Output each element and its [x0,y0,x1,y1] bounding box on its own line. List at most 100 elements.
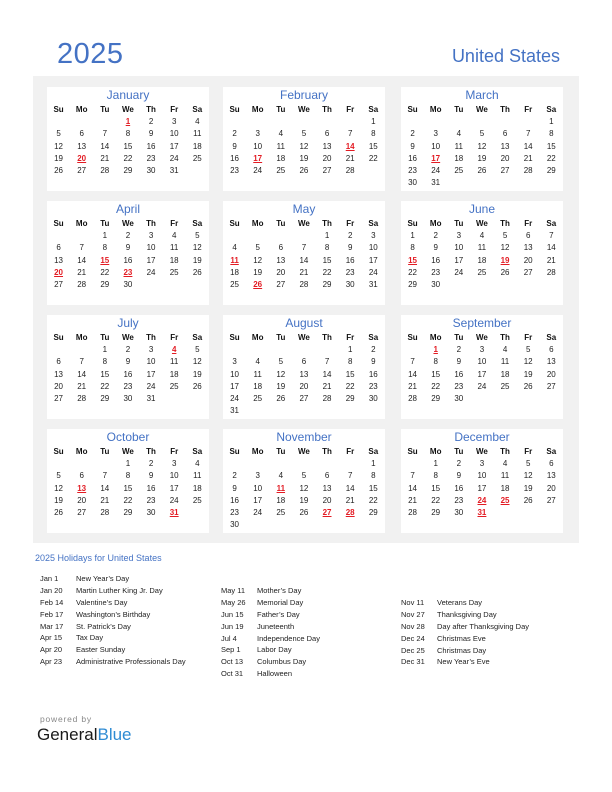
week-row: 26 27 28 29 30 31 [47,507,209,519]
day-cell: 7 [79,357,84,367]
empty-cell [292,405,315,417]
day-cell: 22 [123,495,133,505]
day-cell: 5 [195,345,200,355]
week-row: 31 [223,405,385,417]
day-cell: 19 [299,153,309,163]
empty-cell [47,458,70,470]
weekday-label: Th [500,219,510,228]
month-card-may: May Su Mo Tu We Th Fr Sa 1 2 3 4 5 6 7 8 9 10 11 12 13 14 15 16… [223,201,385,305]
week-row: 14 15 16 17 18 19 20 [401,483,563,495]
day-cell: 22 [100,381,110,391]
week-row: 9 10 11 12 13 14 15 [401,141,563,153]
weekday-label: Fr [346,447,355,456]
weekday-label: We [476,447,488,456]
day-cell: 16 [454,483,464,493]
holiday-list-item: Dec 31 New Year’s Eve [401,656,529,668]
empty-cell [401,116,424,128]
weekday-label: Fr [170,105,179,114]
holiday-day-cell: 15 [100,255,110,265]
holidays-heading: 2025 Holidays for United States [35,553,162,563]
holiday-date: Dec 31 [401,657,425,667]
holiday-day-cell: 1 [125,117,131,127]
empty-cell [163,393,186,405]
day-cell: 17 [169,141,179,151]
empty-cell [339,116,362,128]
day-cell: 9 [232,483,237,493]
empty-cell [269,458,292,470]
empty-cell [494,393,517,405]
weekday-label: Mo [429,333,442,342]
holiday-list-item: Jun 15 Father’s Day [221,609,320,621]
day-cell: 17 [230,381,240,391]
holiday-list-item: May 26 Memorial Day [221,597,320,609]
weekday-label: We [122,333,134,342]
day-cell: 28 [299,279,309,289]
day-cell: 21 [100,495,110,505]
empty-cell [494,116,517,128]
generalblue-logo[interactable]: GeneralBlue [37,725,132,745]
month-card-november: November Su Mo Tu We Th Fr Sa 1 2 3 4 5 6 7 8 9 10 11 12 13 1… [223,429,385,533]
day-cell: 23 [345,267,355,277]
holiday-list-item: Jan 20 Martin Luther King Jr. Day [40,585,186,597]
weekday-header: Su Mo Tu We Th Fr Sa [223,446,385,458]
day-cell: 26 [54,165,64,175]
day-cell: 12 [523,471,533,481]
day-cell: 31 [431,178,441,188]
holiday-name: Tax Day [76,633,104,643]
holiday-list-item: Apr 15 Tax Day [40,632,186,644]
day-cell: 8 [324,243,330,253]
day-cell: 13 [546,357,556,367]
empty-cell [339,405,362,417]
day-cell: 2 [232,129,237,139]
empty-cell [47,344,70,356]
day-cell: 5 [56,471,61,481]
day-cell: 10 [169,471,179,481]
day-cell: 28 [546,267,556,277]
day-cell: 3 [171,459,177,469]
week-row: 16 17 18 19 20 21 22 [223,495,385,507]
month-card-march: March Su Mo Tu We Th Fr Sa 1 2 3 4 5 6 7 8 9 10 11 12 13 14 15… [401,87,563,191]
weekday-label: Sa [368,219,379,228]
day-cell: 22 [100,267,110,277]
day-cell: 13 [322,483,332,493]
week-row: 4 5 6 7 8 9 10 [223,242,385,254]
day-cell: 2 [371,345,376,355]
holiday-day-cell: 25 [500,495,510,505]
day-cell: 1 [410,231,415,241]
day-cell: 18 [192,483,202,493]
weekday-label: We [122,105,134,114]
day-cell: 25 [169,267,179,277]
day-cell: 17 [146,255,156,265]
holiday-name: Halloween [257,669,293,679]
day-cell: 13 [54,369,64,379]
week-row: 1 [223,458,385,470]
year-title: 2025 [57,38,124,70]
day-cell: 23 [368,381,378,391]
day-cell: 25 [454,165,464,175]
empty-cell [517,507,540,519]
week-row: 26 27 28 29 30 31 [47,165,209,177]
month-name: March [465,88,499,102]
holiday-list-item: Apr 23 Administrative Professionals Day [40,656,186,668]
day-cell: 16 [368,369,378,379]
weekday-label: Su [53,447,64,456]
week-row: 2 3 4 5 6 7 8 [223,128,385,140]
week-row: 3 4 5 6 7 8 9 [223,356,385,368]
day-cell: 20 [54,381,64,391]
weekday-label: Tu [100,219,110,228]
day-cell: 20 [546,483,556,493]
day-cell: 14 [299,255,309,265]
empty-cell [362,519,385,531]
day-cell: 29 [431,393,441,403]
holiday-list-item: Dec 24 Christmas Eve [401,633,529,645]
week-row: 18 19 20 21 22 23 24 [223,267,385,279]
weekday-label: Tu [100,105,110,114]
day-cell: 14 [345,483,355,493]
day-cell: 10 [230,369,240,379]
day-cell: 13 [77,141,87,151]
day-cell: 17 [146,369,156,379]
day-cell: 2 [410,129,415,139]
day-cell: 11 [170,243,179,253]
day-cell: 18 [477,255,487,265]
holiday-day-cell: 1 [433,345,438,355]
